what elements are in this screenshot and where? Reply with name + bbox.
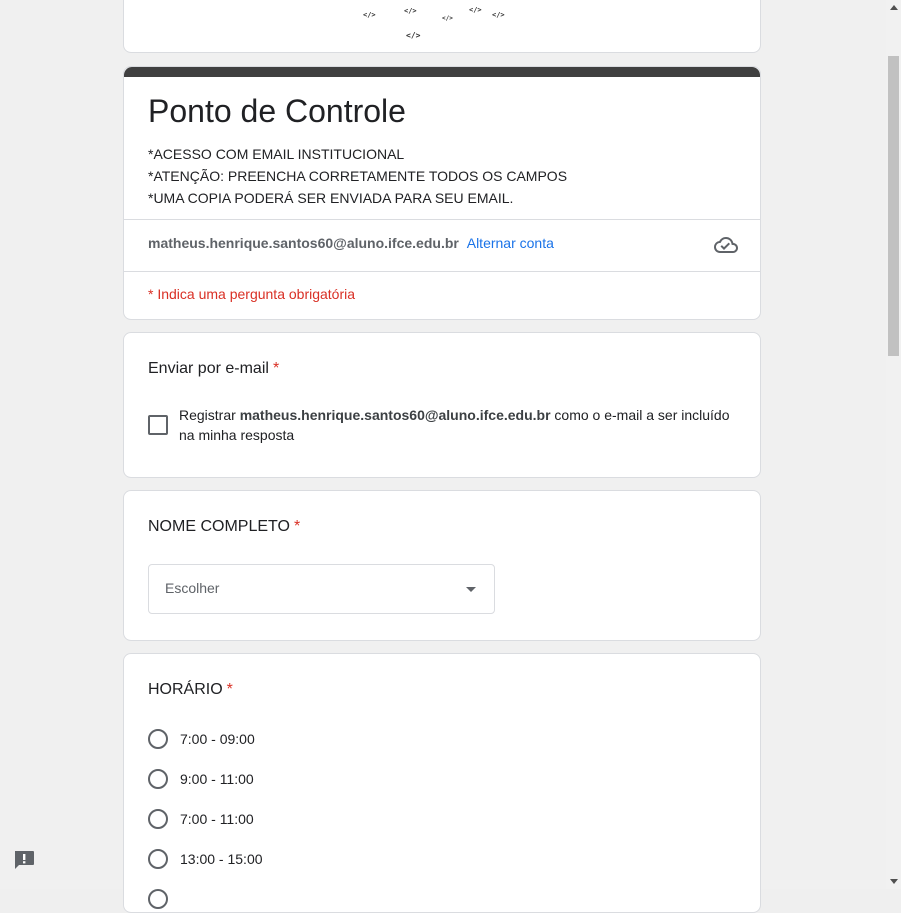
checkbox-email: matheus.henrique.santos60@aluno.ifce.edu… bbox=[239, 407, 551, 423]
description-line: *ATENÇÃO: PREENCHA CORRETAMENTE TODOS OS… bbox=[148, 168, 568, 184]
code-glyph: </> bbox=[404, 7, 417, 15]
header-accent-bar bbox=[124, 67, 760, 77]
radio-button[interactable] bbox=[148, 849, 168, 869]
checkbox-prefix: Registrar bbox=[179, 407, 236, 423]
question-title: Enviar por e-mail * bbox=[148, 357, 279, 381]
code-glyph: </> bbox=[492, 11, 505, 19]
header-banner: </> </> </> </> </> </> bbox=[123, 0, 761, 53]
name-select[interactable]: Escolher bbox=[148, 564, 495, 614]
form-description: *ACESSO COM EMAIL INSTITUCIONAL *ATENÇÃO… bbox=[148, 143, 567, 209]
required-asterisk: * bbox=[272, 360, 280, 377]
radio-button[interactable] bbox=[148, 729, 168, 749]
required-note: * Indica uma pergunta obrigatória bbox=[148, 286, 356, 302]
feedback-icon[interactable] bbox=[13, 850, 35, 870]
switch-account-link[interactable]: Alternar conta bbox=[467, 235, 554, 251]
question-title-text: NOME COMPLETO bbox=[148, 518, 290, 535]
select-placeholder: Escolher bbox=[165, 580, 220, 596]
radio-button[interactable] bbox=[148, 889, 168, 909]
record-email-label[interactable]: Registrar matheus.henrique.santos60@alun… bbox=[179, 405, 739, 445]
question-title-text: HORÁRIO bbox=[148, 681, 223, 698]
form-page: </> </> </> </> </> </> Ponto de Control… bbox=[0, 0, 886, 913]
form-title: Ponto de Controle bbox=[148, 93, 406, 129]
description-line: *UMA COPIA PODERÁ SER ENVIADA PARA SEU E… bbox=[148, 190, 514, 206]
scrollbar-thumb[interactable] bbox=[888, 56, 899, 356]
code-glyph: </> bbox=[406, 31, 421, 40]
account-row: matheus.henrique.santos60@aluno.ifce.edu… bbox=[148, 233, 554, 253]
divider bbox=[124, 271, 760, 272]
question-title: NOME COMPLETO * bbox=[148, 515, 300, 539]
required-asterisk: * bbox=[293, 518, 301, 535]
question-title: HORÁRIO * bbox=[148, 678, 233, 702]
code-glyph: </> bbox=[469, 6, 482, 14]
question-title-text: Enviar por e-mail bbox=[148, 360, 269, 377]
form-header-card: Ponto de Controle *ACESSO COM EMAIL INST… bbox=[123, 66, 761, 320]
option-label: 9:00 - 11:00 bbox=[180, 771, 254, 787]
banner-image: </> </> </> </> </> </> bbox=[124, 0, 760, 52]
record-email-checkbox[interactable] bbox=[148, 415, 168, 435]
dropdown-arrow-icon bbox=[466, 587, 476, 592]
option-label: 7:00 - 09:00 bbox=[180, 731, 255, 747]
code-glyph: </> bbox=[442, 15, 453, 22]
question-card-time: HORÁRIO * 7:00 - 09:00 9:00 - 11:00 7:00 … bbox=[123, 653, 761, 913]
description-line: *ACESSO COM EMAIL INSTITUCIONAL bbox=[148, 146, 405, 162]
divider bbox=[124, 219, 760, 220]
question-card-email: Enviar por e-mail * Registrar matheus.hen… bbox=[123, 332, 761, 478]
required-asterisk: * bbox=[226, 681, 233, 698]
account-email: matheus.henrique.santos60@aluno.ifce.edu… bbox=[148, 235, 459, 251]
cloud-saved-icon[interactable] bbox=[714, 233, 738, 257]
option-label: 7:00 - 11:00 bbox=[180, 811, 254, 827]
question-card-name: NOME COMPLETO * Escolher bbox=[123, 490, 761, 641]
scroll-down-arrow-icon[interactable] bbox=[890, 879, 898, 884]
scroll-up-arrow-icon[interactable] bbox=[890, 5, 898, 10]
code-glyph: </> bbox=[363, 11, 376, 19]
option-label: 13:00 - 15:00 bbox=[180, 851, 263, 867]
radio-button[interactable] bbox=[148, 769, 168, 789]
scrollbar[interactable] bbox=[886, 0, 901, 889]
radio-button[interactable] bbox=[148, 809, 168, 829]
